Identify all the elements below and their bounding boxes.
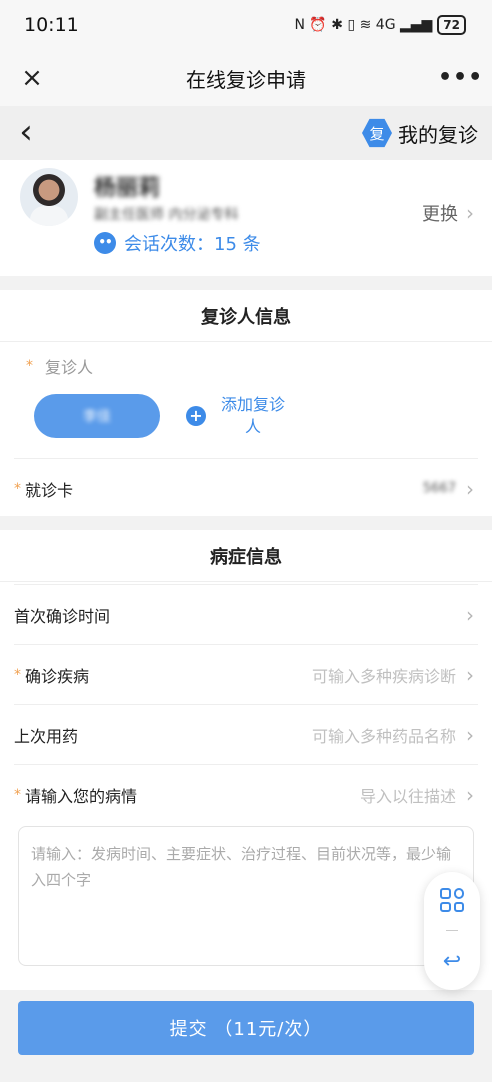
patient-chip[interactable]: 李佳 bbox=[34, 394, 160, 438]
float-divider bbox=[446, 930, 458, 931]
doctor-card: 杨丽莉 副主任医师 内分泌专科 •• 会话次数：15 条 更换 › bbox=[0, 160, 492, 276]
condition-row[interactable]: * 请输入您的病情 导入以往描述 › bbox=[14, 764, 478, 824]
back-icon[interactable]: ‹ bbox=[8, 114, 44, 152]
change-doctor-button[interactable]: 更换 › bbox=[422, 200, 474, 226]
condition-label-wrap: * 请输入您的病情 bbox=[14, 783, 137, 807]
change-label: 更换 bbox=[422, 204, 458, 225]
floating-tool-panel: ↩ bbox=[424, 872, 480, 990]
add-patient-label: 添加复诊人 bbox=[220, 395, 285, 436]
more-icon[interactable]: ••• bbox=[438, 60, 482, 96]
confirmed-disease-label-wrap: * 确诊疾病 bbox=[14, 663, 89, 687]
patient-info-section: 复诊人信息 * 复诊人 李佳 + 添加复诊人 * 就诊卡 5667 › bbox=[0, 290, 492, 516]
first-diagnosis-label: 首次确诊时间 bbox=[14, 606, 111, 626]
patient-label-row: * 复诊人 bbox=[26, 354, 93, 378]
required-mark: * bbox=[14, 480, 21, 497]
patient-label: 复诊人 bbox=[45, 358, 94, 377]
last-medication-label: 上次用药 bbox=[14, 726, 79, 746]
chat-bubble-icon: •• bbox=[94, 232, 116, 254]
disease-section-title: 病症信息 bbox=[0, 530, 492, 582]
followup-badge-icon: 复 bbox=[362, 118, 392, 148]
page-title: 在线复诊申请 bbox=[186, 67, 306, 92]
import-description-label: 导入以往描述 bbox=[359, 786, 456, 806]
chevron-right-icon: › bbox=[466, 201, 474, 225]
last-medication-placeholder: 可输入多种药品名称 bbox=[311, 726, 456, 746]
return-icon[interactable]: ↩ bbox=[438, 948, 466, 976]
confirmed-disease-row[interactable]: * 确诊疾病 可输入多种疾病诊断 › bbox=[14, 644, 478, 704]
my-followup-label: 我的复诊 bbox=[398, 122, 478, 147]
confirmed-disease-value: 可输入多种疾病诊断 › bbox=[312, 663, 478, 687]
condition-textarea-placeholder: 请输入：发病时间、主要症状、治疗过程、目前状况等，最少输入四个字 bbox=[31, 845, 452, 889]
session-count: •• 会话次数：15 条 bbox=[94, 230, 261, 256]
chevron-right-icon: › bbox=[466, 476, 474, 501]
status-icons-glyphs: N ⏰ ✱ ▯ ≋ 4G ▂▄▆ bbox=[294, 17, 433, 33]
confirmed-disease-placeholder: 可输入多种疾病诊断 bbox=[311, 666, 456, 686]
condition-textarea[interactable]: 请输入：发病时间、主要症状、治疗过程、目前状况等，最少输入四个字 bbox=[18, 826, 474, 966]
condition-label: 请输入您的病情 bbox=[25, 786, 138, 806]
grid-menu-icon[interactable] bbox=[440, 888, 464, 912]
doctor-dept: 副主任医师 内分泌专科 bbox=[94, 207, 239, 223]
my-followup-link[interactable]: 复 我的复诊 bbox=[362, 118, 478, 148]
chevron-right-icon: › bbox=[466, 722, 474, 747]
required-mark: * bbox=[14, 666, 21, 683]
chevron-right-icon: › bbox=[466, 782, 474, 807]
import-description-link[interactable]: 导入以往描述 › bbox=[360, 783, 478, 807]
visit-card-row[interactable]: * 就诊卡 5667 › bbox=[14, 458, 478, 518]
session-count-label: 会话次数：15 条 bbox=[124, 234, 261, 255]
visit-card-value-wrap: 5667 › bbox=[423, 477, 478, 501]
doctor-avatar bbox=[20, 168, 78, 226]
doctor-name: 杨丽莉 bbox=[94, 176, 161, 201]
first-diagnosis-value: › bbox=[466, 603, 478, 627]
confirmed-disease-label: 确诊疾病 bbox=[25, 666, 90, 686]
titlebar: × 在线复诊申请 ••• bbox=[0, 50, 492, 106]
last-medication-row[interactable]: 上次用药 可输入多种药品名称 › bbox=[14, 704, 478, 764]
plus-icon: + bbox=[186, 406, 206, 426]
last-medication-value: 可输入多种药品名称 › bbox=[312, 723, 478, 747]
required-mark: * bbox=[26, 358, 33, 374]
status-bar: 10:11 N ⏰ ✱ ▯ ≋ 4G ▂▄▆ 72 bbox=[0, 0, 492, 50]
add-patient-button[interactable]: + 添加复诊人 bbox=[186, 394, 288, 438]
battery-icon: 72 bbox=[437, 15, 466, 35]
chevron-right-icon: › bbox=[466, 662, 474, 687]
visit-card-label-wrap: * 就诊卡 bbox=[14, 477, 73, 501]
nav-row: ‹ 复 我的复诊 bbox=[0, 106, 492, 160]
status-time: 10:11 bbox=[24, 14, 79, 36]
status-icons: N ⏰ ✱ ▯ ≋ 4G ▂▄▆ 72 bbox=[294, 15, 466, 35]
patient-section-title: 复诊人信息 bbox=[0, 290, 492, 342]
close-icon[interactable]: × bbox=[14, 60, 50, 96]
patient-name: 李佳 bbox=[83, 409, 111, 425]
submit-button[interactable]: 提交 （11元/次） bbox=[18, 1001, 474, 1055]
first-diagnosis-row[interactable]: 首次确诊时间 › bbox=[14, 584, 478, 644]
visit-card-label: 就诊卡 bbox=[25, 480, 74, 500]
required-mark: * bbox=[14, 786, 21, 803]
chevron-right-icon: › bbox=[466, 602, 474, 627]
visit-card-value: 5667 bbox=[422, 481, 456, 496]
